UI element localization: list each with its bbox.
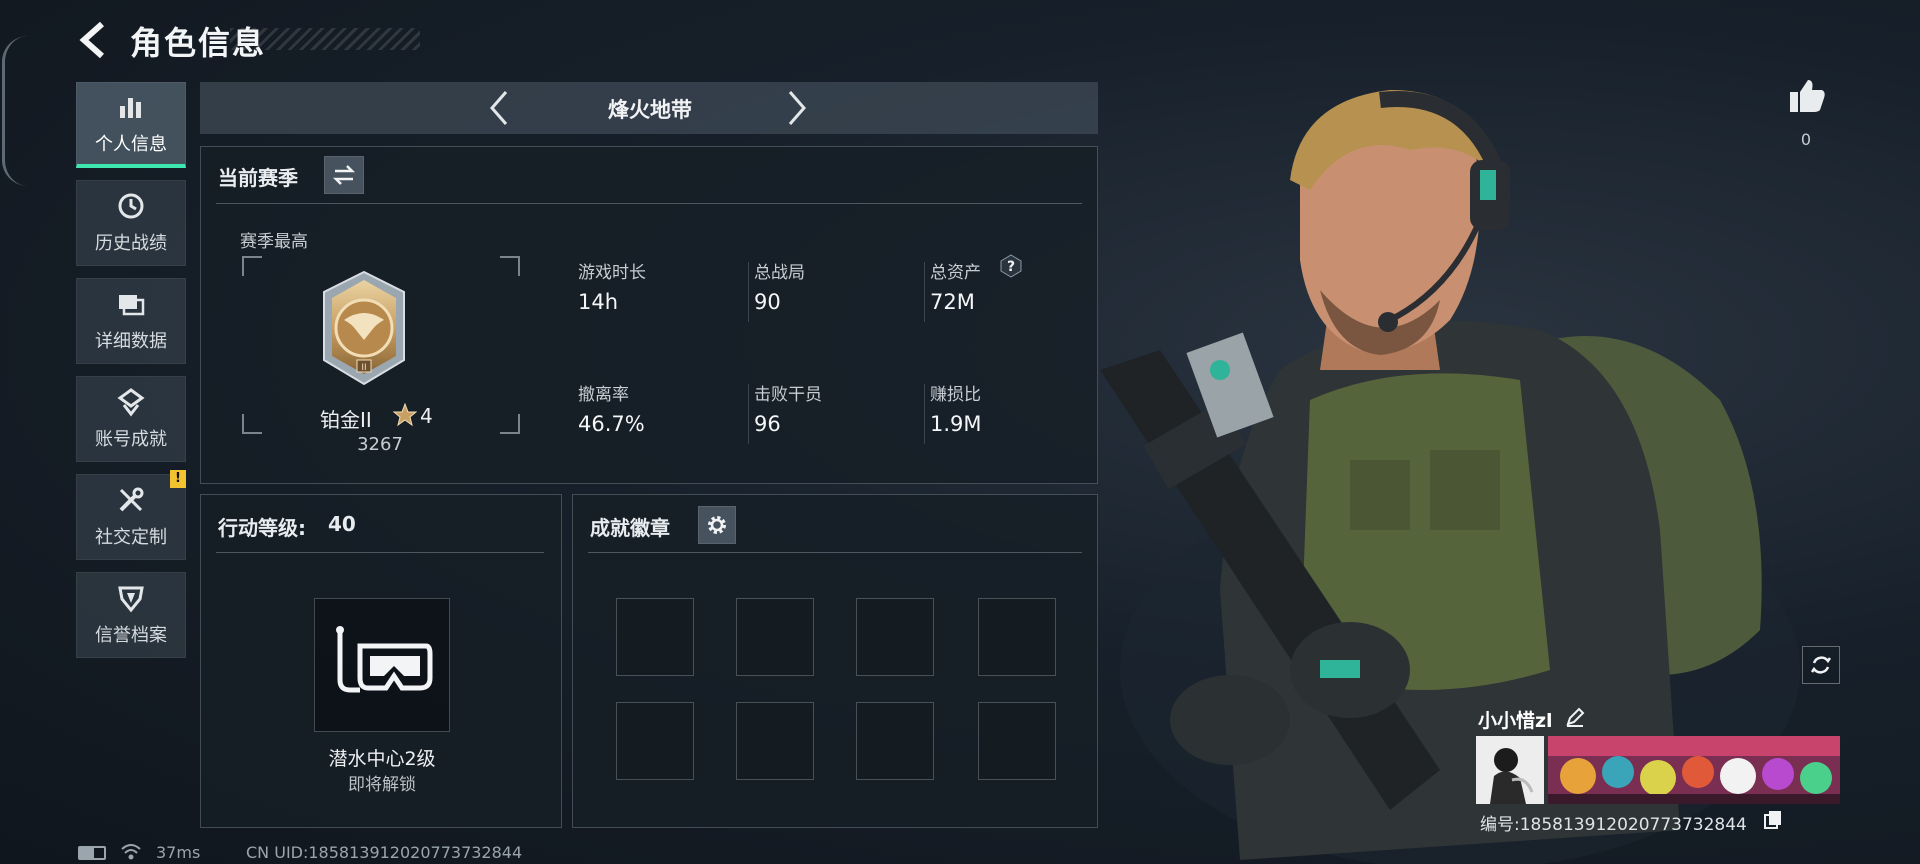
action-level-title: 行动等级: <box>218 516 306 540</box>
sidebar-item-history[interactable]: 历史战绩 <box>76 180 186 266</box>
unlock-status: 即将解锁 <box>348 775 416 795</box>
frame-corner <box>500 256 520 276</box>
season-title: 当前赛季 <box>218 166 298 190</box>
rotate-view-button[interactable] <box>1802 646 1840 684</box>
uid-text: CN UID:18581391202077373​2844 <box>246 843 523 862</box>
sidebar-item-personal-info[interactable]: 个人信息 <box>76 82 186 168</box>
player-id: 编号:18581391202077373​2844 <box>1480 815 1747 835</box>
battery-icon <box>78 846 106 860</box>
badge-slot[interactable] <box>736 598 814 676</box>
stat-value-profit-loss: 1.9M <box>930 412 982 436</box>
sidebar-item-reputation[interactable]: 信誉档案 <box>76 572 186 658</box>
profile-banner <box>1548 736 1840 804</box>
stat-label-extraction-rate: 撤离率 <box>578 385 629 405</box>
refresh-icon <box>1810 656 1832 674</box>
sidebar-item-detailed-data[interactable]: 详细数据 <box>76 278 186 364</box>
badge-slot[interactable] <box>616 598 694 676</box>
frame-corner <box>242 414 262 434</box>
achievements-title: 成就徽章 <box>590 516 670 540</box>
stat-label-total-matches: 总战局 <box>754 263 805 283</box>
sidebar-item-label: 信誉档案 <box>95 625 167 646</box>
chevron-right-icon[interactable] <box>780 86 814 130</box>
notification-badge: ! <box>170 470 186 488</box>
achievement-settings-button[interactable] <box>698 506 736 544</box>
avatar[interactable] <box>1476 736 1544 804</box>
badge-slot[interactable] <box>856 598 934 676</box>
clock-icon <box>118 193 144 219</box>
sidebar-item-label: 详细数据 <box>95 331 167 352</box>
sidebar-item-achievements[interactable]: 账号成就 <box>76 376 186 462</box>
stat-separator <box>924 262 925 322</box>
wifi-icon <box>121 844 141 860</box>
badge-slot[interactable] <box>736 702 814 780</box>
title-decoration <box>230 28 420 50</box>
screen-edge-decoration <box>2 36 28 186</box>
chevron-left-icon[interactable] <box>482 86 516 130</box>
bar-chart-icon <box>120 97 141 118</box>
stat-value-play-time: 14h <box>578 290 619 314</box>
season-best-label: 赛季最高 <box>240 232 308 252</box>
action-level-value: 40 <box>328 512 356 536</box>
badge-slot[interactable] <box>978 598 1056 676</box>
star-icon <box>392 402 418 427</box>
rank-stars-count: 4 <box>420 404 433 428</box>
tools-icon <box>119 487 144 512</box>
frame-corner <box>242 256 262 276</box>
achievement-icon <box>117 388 145 417</box>
ping-value: 37ms <box>156 843 201 862</box>
avatar-image <box>1476 736 1544 804</box>
gear-icon <box>708 516 726 534</box>
badge-slot[interactable] <box>616 702 694 780</box>
divider <box>216 552 544 553</box>
cards-icon <box>119 295 145 316</box>
divider <box>216 203 1082 204</box>
svg-text:II: II <box>361 363 366 373</box>
stat-value-total-assets: 72M <box>930 290 975 314</box>
sidebar-item-label: 账号成就 <box>95 429 167 450</box>
thumbs-up-icon[interactable] <box>1786 76 1826 116</box>
rank-name: 铂金II <box>320 408 372 432</box>
diving-mask-icon <box>336 626 433 693</box>
swap-season-button[interactable] <box>324 156 364 194</box>
frame-corner <box>500 414 520 434</box>
stat-value-extraction-rate: 46.7% <box>578 412 645 436</box>
mode-title: 烽火地带 <box>608 98 692 122</box>
player-name: 小小惜zl <box>1478 710 1553 732</box>
shield-icon <box>118 586 144 613</box>
stat-label-play-time: 游戏时长 <box>578 263 646 283</box>
badge-slot[interactable] <box>978 702 1056 780</box>
sidebar-item-label: 历史战绩 <box>95 233 167 254</box>
like-count: 0 <box>1800 130 1812 149</box>
stat-label-profit-loss: 赚损比 <box>930 385 981 405</box>
help-mark: ? <box>1007 259 1015 275</box>
rank-score: 3267 <box>357 434 403 455</box>
badge-slot[interactable] <box>856 702 934 780</box>
sidebar-item-label: 社交定制 <box>95 527 167 548</box>
stat-value-operators-defeated: 96 <box>754 412 781 436</box>
stat-separator <box>924 384 925 444</box>
stat-separator <box>748 384 749 444</box>
banner-image <box>1548 736 1840 804</box>
stat-label-operators-defeated: 击败干员 <box>754 385 822 405</box>
stat-value-total-matches: 90 <box>754 290 781 314</box>
help-icon[interactable]: ? <box>1000 254 1022 278</box>
copy-icon[interactable] <box>1762 808 1784 830</box>
pencil-icon[interactable] <box>1564 706 1586 728</box>
back-arrow-icon[interactable] <box>76 18 112 62</box>
divider <box>588 552 1082 553</box>
sidebar-item-label: 个人信息 <box>95 133 167 155</box>
rank-medal-icon: II <box>323 270 405 386</box>
swap-icon <box>332 165 356 185</box>
stat-label-total-assets: 总资产 <box>930 263 981 283</box>
unlock-name: 潜水中心2级 <box>328 748 436 770</box>
stat-separator <box>748 262 749 322</box>
